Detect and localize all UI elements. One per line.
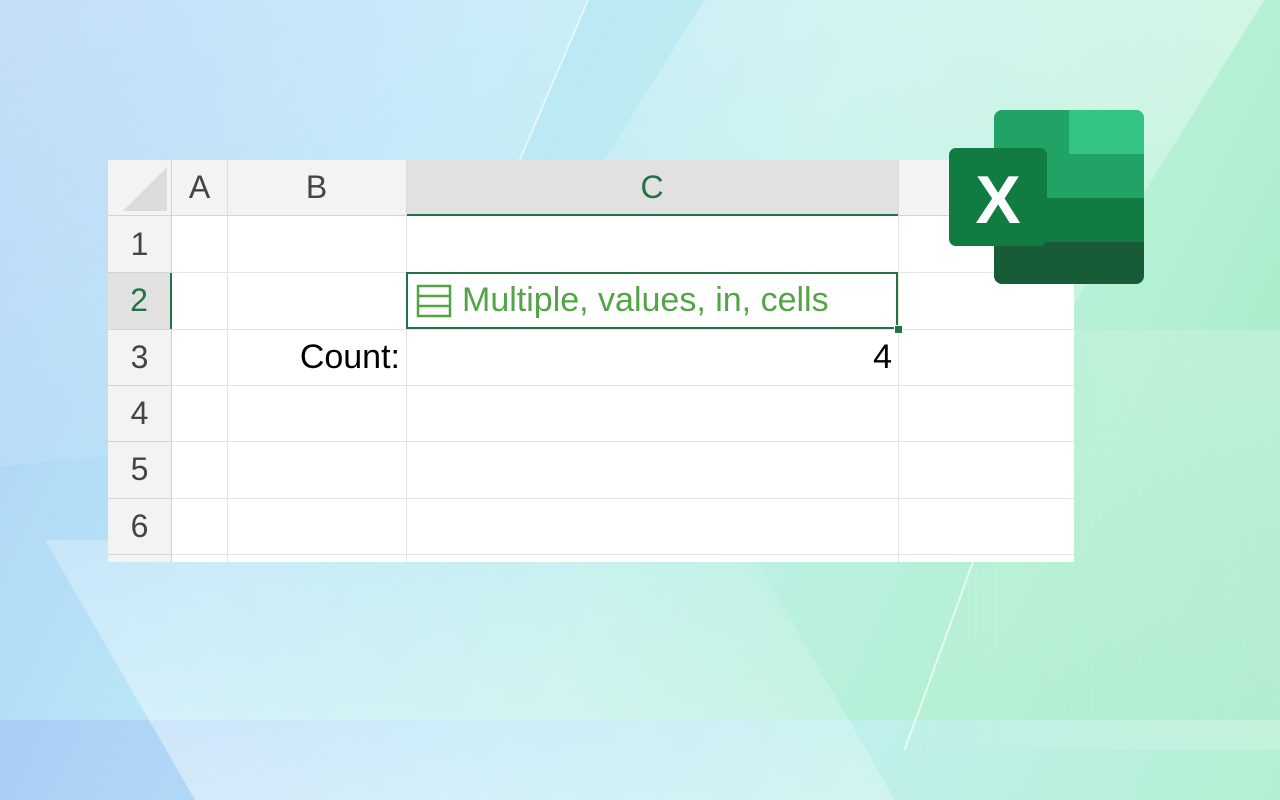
row-header-2[interactable]: 2 xyxy=(108,272,172,329)
column-divider xyxy=(227,160,228,216)
select-all-button[interactable] xyxy=(108,160,172,216)
cell-c2[interactable]: Multiple, values, in, cells xyxy=(406,272,898,329)
column-gridline xyxy=(227,216,228,562)
row-gridline xyxy=(172,554,1074,555)
column-divider xyxy=(898,160,899,216)
row-header-divider xyxy=(108,498,172,499)
cell-b3[interactable]: Count: xyxy=(227,329,406,385)
column-header-b[interactable]: B xyxy=(227,160,406,216)
select-all-triangle-icon xyxy=(123,167,167,211)
cell-c2-value: Multiple, values, in, cells xyxy=(462,281,829,319)
column-gridline xyxy=(898,216,899,562)
column-divider xyxy=(406,160,407,216)
row-header-divider xyxy=(108,329,172,330)
row-header-3[interactable]: 3 xyxy=(108,329,172,385)
column-gridline xyxy=(406,216,407,562)
row-header-divider xyxy=(108,441,172,442)
column-header-c[interactable]: C xyxy=(406,160,898,216)
column-header-a[interactable]: A xyxy=(172,160,227,216)
row-header-6[interactable]: 6 xyxy=(108,498,172,554)
excel-logo-letter: X xyxy=(975,162,1020,238)
cell-c3[interactable]: 4 xyxy=(406,329,898,385)
background-shape xyxy=(44,540,896,800)
spreadsheet-grid: A B C 1 2 3 4 5 6 Count: 4 Multiple, val… xyxy=(108,160,1074,562)
row-gridline xyxy=(172,441,1074,442)
array-spill-icon xyxy=(416,284,452,317)
row-gridline xyxy=(172,385,1074,386)
row-header-4[interactable]: 4 xyxy=(108,385,172,441)
row-header-divider xyxy=(108,554,172,555)
row-gridline xyxy=(172,498,1074,499)
excel-logo-icon: X xyxy=(949,110,1144,284)
fill-handle[interactable] xyxy=(894,325,903,334)
row-header-7[interactable] xyxy=(108,554,172,562)
row-header-divider xyxy=(108,385,172,386)
row-header-5[interactable]: 5 xyxy=(108,441,172,498)
row-header-1[interactable]: 1 xyxy=(108,216,172,272)
row-header-divider xyxy=(108,272,172,273)
